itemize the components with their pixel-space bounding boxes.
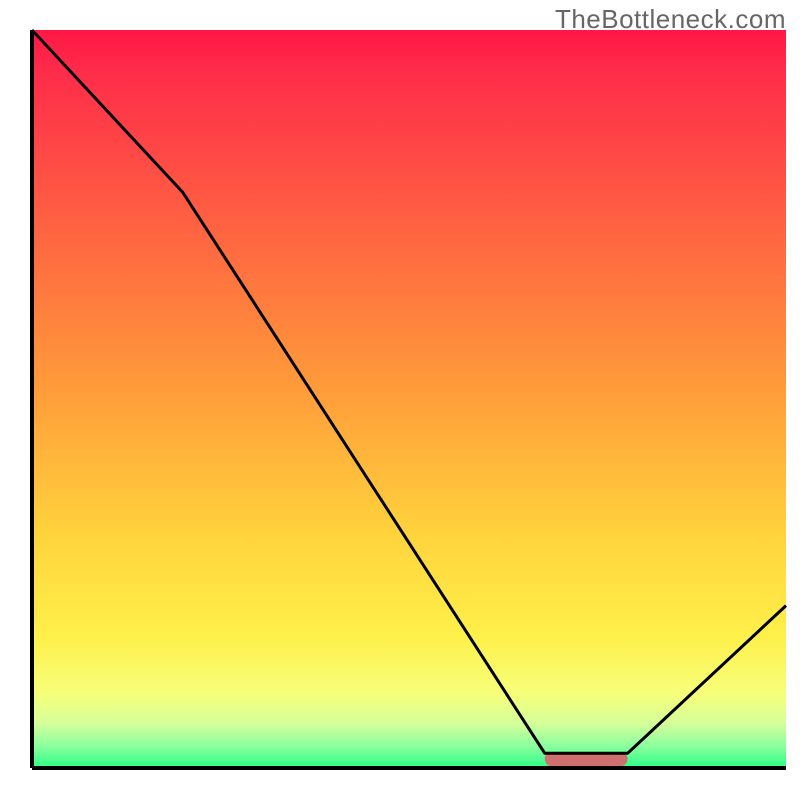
plot-area [32,30,786,768]
watermark-text: TheBottleneck.com [555,4,786,35]
plot-background [32,30,786,768]
chart-svg [0,0,800,800]
bottleneck-chart: TheBottleneck.com [0,0,800,800]
